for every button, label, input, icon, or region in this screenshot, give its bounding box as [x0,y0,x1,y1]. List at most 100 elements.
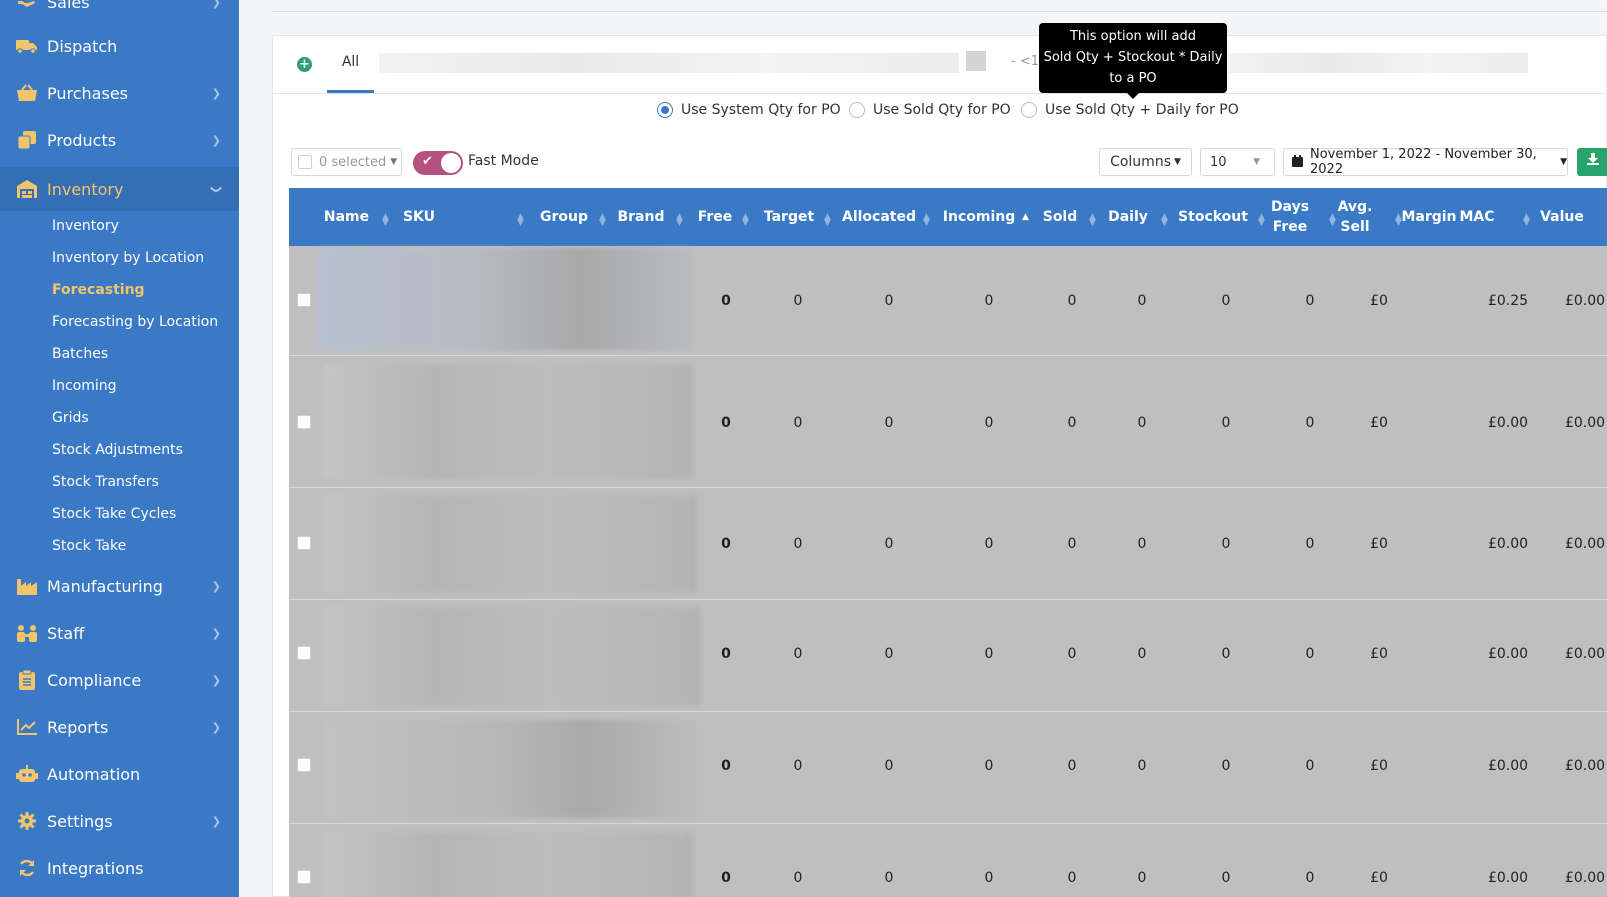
col-allocated[interactable]: Allocated [835,188,923,246]
nav-sales[interactable]: Sales ❯ [0,0,239,22]
caret-down-icon: ▼ [1560,157,1567,167]
radio-dot-selected[interactable] [657,102,673,118]
cell-daily: 0 [1137,870,1147,886]
nav-dispatch[interactable]: Dispatch [0,26,239,66]
sort-icon[interactable]: ▲ ▼ [599,213,606,228]
radio-system-qty[interactable]: Use System Qty for PO [657,102,841,118]
subnav-stock-adjustments[interactable]: Stock Adjustments [52,442,183,458]
table-row[interactable]: 0 0 0 0 0 0 0 0 £0 £0.00 £0.00 [289,824,1607,897]
subnav-incoming[interactable]: Incoming [52,378,117,394]
col-name[interactable]: Name [309,188,384,246]
subnav-inventory-by-location[interactable]: Inventory by Location [52,250,204,266]
cell-avg-sell: £0 [1370,758,1388,774]
tab-all[interactable]: All [327,36,374,93]
row-checkbox[interactable] [297,293,311,307]
nav-purchases[interactable]: Purchases ❯ [0,73,239,113]
cell-stockout: 0 [1221,536,1231,552]
col-avg-sell[interactable]: Avg. Sell [1335,188,1375,246]
nav-compliance[interactable]: Compliance ❯ [0,660,239,700]
sort-icon[interactable]: ▲ ▼ [1089,213,1096,228]
col-free[interactable]: Free [689,188,741,246]
row-checkbox[interactable] [297,870,311,884]
nav-manufacturing[interactable]: Manufacturing ❯ [0,566,239,606]
col-value[interactable]: Value [1533,188,1591,246]
sort-icon[interactable]: ▲ ▼ [824,213,831,228]
sort-asc-icon[interactable]: ▲ [1022,213,1029,222]
cell-sold: 0 [1067,293,1077,309]
radio-label: Use System Qty for PO [681,102,841,118]
page-size-select[interactable]: 10 ▼ [1200,148,1275,176]
chevron-right-icon: ❯ [211,673,221,687]
cell-allocated: 0 [884,415,894,431]
col-stockout[interactable]: Stockout [1173,188,1253,246]
row-checkbox[interactable] [297,536,311,550]
copy-icon [16,130,38,150]
radio-sold-qty[interactable]: Use Sold Qty for PO [849,102,1011,118]
sort-icon[interactable]: ▲ ▼ [382,213,389,228]
download-button[interactable] [1577,148,1607,176]
sort-icon[interactable]: ▲ ▼ [1523,213,1530,228]
cell-allocated: 0 [884,293,894,309]
chevron-right-icon: ❯ [211,0,221,9]
col-sold[interactable]: Sold [1035,188,1085,246]
subnav-stock-take[interactable]: Stock Take [52,538,126,554]
col-incoming[interactable]: Incoming [935,188,1023,246]
cell-free: 0 [721,415,731,431]
table-row[interactable]: 0 0 0 0 0 0 0 0 £0 £0.00 £0.00 [289,712,1607,824]
nav-reports[interactable]: Reports ❯ [0,707,239,747]
check-icon: ✔ [422,154,433,169]
blurred-tab-list [1228,53,1528,73]
nav-products[interactable]: Products ❯ [0,120,239,160]
col-sku[interactable]: SKU [390,188,448,246]
nav-automation[interactable]: Automation [0,754,239,794]
row-checkbox[interactable] [297,415,311,429]
nav-label: Automation [47,764,141,784]
table-row[interactable]: 0 0 0 0 0 0 0 0 £0 £0.00 £0.00 [289,600,1607,712]
sort-icon[interactable]: ▲ ▼ [517,213,524,228]
nav-staff[interactable]: Staff ❯ [0,613,239,653]
col-brand[interactable]: Brand [609,188,673,246]
col-target[interactable]: Target [755,188,823,246]
radio-sold-qty-daily[interactable]: Use Sold Qty + Daily for PO [1021,102,1239,118]
subnav-batches[interactable]: Batches [52,346,108,362]
sort-icon[interactable]: ▲ ▼ [676,213,683,228]
cell-avg-sell: £0 [1370,293,1388,309]
sort-icon[interactable]: ▲ ▼ [742,213,749,228]
radio-dot[interactable] [1021,102,1037,118]
subnav-forecasting[interactable]: Forecasting [52,282,145,298]
cell-sold: 0 [1067,646,1077,662]
date-range-picker[interactable]: November 1, 2022 - November 30, 2022 ▼ [1283,147,1568,177]
selection-dropdown[interactable]: 0 selected ▼ [291,148,402,176]
row-checkbox[interactable] [297,758,311,772]
table-row[interactable]: 0 0 0 0 0 0 0 0 £0 £0.00 £0.00 [289,488,1607,600]
row-checkbox[interactable] [297,646,311,660]
subnav-stock-take-cycles[interactable]: Stock Take Cycles [52,506,176,522]
sort-icon[interactable]: ▲ ▼ [1258,213,1265,228]
col-margin[interactable]: Margin [1401,188,1457,246]
col-days-free[interactable]: Days Free [1265,188,1315,246]
select-all-checkbox[interactable] [298,155,312,169]
columns-button[interactable]: Columns ▼ [1099,148,1192,176]
cell-free: 0 [721,646,731,662]
subnav-grids[interactable]: Grids [52,410,89,426]
table-row[interactable]: 0 0 0 0 0 0 0 0 £0 £0.25 £0.00 [289,246,1607,356]
subnav-forecasting-by-location[interactable]: Forecasting by Location [52,314,218,330]
radio-dot[interactable] [849,102,865,118]
nav-inventory[interactable]: Inventory ❯ [0,167,239,211]
col-daily[interactable]: Daily [1101,188,1155,246]
col-mac[interactable]: MAC [1455,188,1499,246]
blurred-tab [966,51,986,71]
table-row[interactable]: 0 0 0 0 0 0 0 0 £0 £0.00 £0.00 [289,356,1607,488]
subnav-inventory[interactable]: Inventory [52,218,119,234]
blurred-tab-list [379,53,959,73]
sort-icon[interactable]: ▲ ▼ [923,213,930,228]
fast-mode-toggle[interactable]: ✔ [413,151,463,175]
sort-icon[interactable]: ▲ ▼ [1161,213,1168,228]
nav-settings[interactable]: Settings ❯ [0,801,239,841]
col-group[interactable]: Group [529,188,599,246]
subnav-stock-transfers[interactable]: Stock Transfers [52,474,159,490]
add-tab-icon[interactable]: + [297,57,312,72]
col-label: Days Free [1270,199,1310,235]
caret-down-icon: ▼ [1174,157,1181,167]
nav-integrations[interactable]: Integrations [0,848,239,888]
